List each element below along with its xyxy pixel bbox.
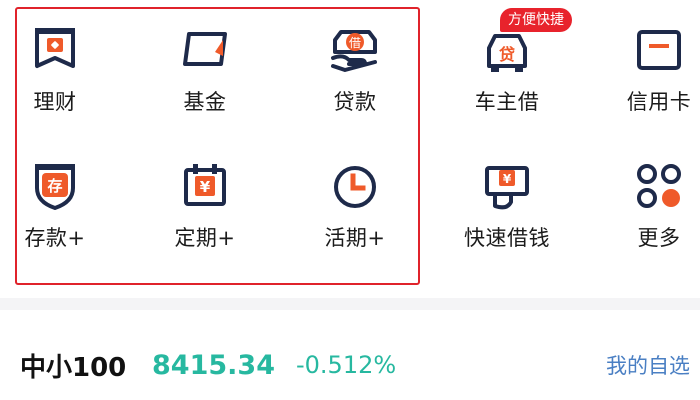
menu-item-fixed-term[interactable]: ¥ 定期+ (150, 136, 260, 256)
menu-item-label: 理财 (33, 90, 77, 114)
section-divider (0, 298, 700, 310)
wealth-icon (27, 22, 83, 78)
fund-icon (177, 22, 233, 78)
svg-text:贷: 贷 (499, 45, 515, 64)
index-change: -0.512% (296, 351, 397, 379)
menu-item-label: 存款+ (24, 226, 86, 250)
index-name: 中小100 (20, 352, 127, 383)
index-ticker[interactable]: 中小100 8415.34 -0.512% 我的自选 (0, 330, 700, 400)
menu-item-fund[interactable]: 基金 (150, 0, 260, 120)
index-value: 8415.34 (152, 349, 275, 381)
fixed-term-icon: ¥ (177, 158, 233, 214)
menu-item-loan[interactable]: 借 贷款 (300, 0, 410, 120)
svg-text:借: 借 (349, 36, 361, 50)
app-screen: 理财 基金 借 贷款 贷 车主借 信用卡 存 存款+ ¥ 定期+ 活期+ ¥ 快… (0, 0, 700, 400)
menu-item-label: 信用卡 (626, 90, 692, 114)
menu-item-label: 快速借钱 (464, 226, 550, 250)
menu-item-label: 贷款 (333, 90, 377, 114)
menu-item-wealth[interactable]: 理财 (0, 0, 110, 120)
deposit-icon: 存 (27, 158, 83, 214)
menu-item-deposit[interactable]: 存 存款+ (0, 136, 110, 256)
menu-item-quick-cash[interactable]: ¥ 快速借钱 (452, 136, 562, 256)
quick-cash-icon: ¥ (479, 158, 535, 214)
demand-deposit-icon (327, 158, 383, 214)
menu-item-demand-deposit[interactable]: 活期+ (300, 136, 410, 256)
svg-text:存: 存 (47, 177, 62, 195)
service-grid: 理财 基金 借 贷款 贷 车主借 信用卡 存 存款+ ¥ 定期+ 活期+ ¥ 快… (0, 0, 700, 300)
credit-card-icon (631, 22, 687, 78)
menu-item-more[interactable]: 更多 (604, 136, 700, 256)
menu-item-label: 定期+ (174, 226, 236, 250)
menu-item-label: 车主借 (474, 90, 540, 114)
more-icon (631, 158, 687, 214)
svg-text:¥: ¥ (200, 178, 211, 196)
menu-item-label: 更多 (637, 226, 681, 250)
menu-item-label: 基金 (183, 90, 227, 114)
menu-item-label: 活期+ (324, 226, 386, 250)
menu-item-credit-card[interactable]: 信用卡 (604, 0, 700, 120)
watchlist-link[interactable]: 我的自选 (606, 350, 690, 380)
promo-badge: 方便快捷 (500, 8, 572, 32)
svg-text:¥: ¥ (503, 172, 512, 186)
loan-icon: 借 (327, 22, 383, 78)
